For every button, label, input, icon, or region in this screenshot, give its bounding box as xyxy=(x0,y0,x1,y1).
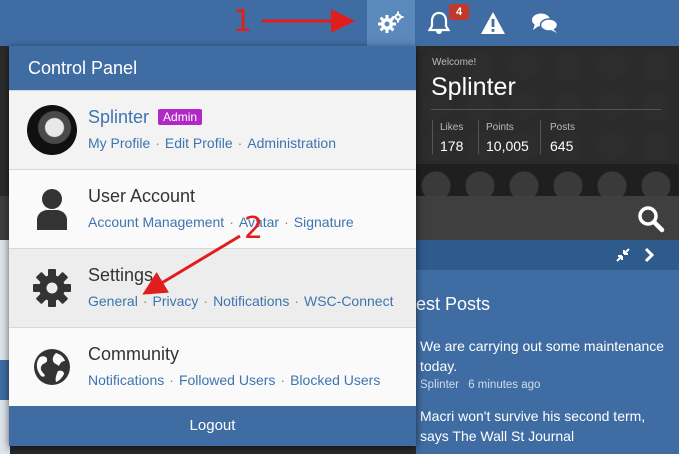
chevron-right-icon xyxy=(644,247,655,263)
search-icon xyxy=(638,206,665,233)
logout-button[interactable]: Logout xyxy=(9,406,416,446)
stat-posts: Posts 645 xyxy=(550,122,575,154)
stat-likes: Likes 178 xyxy=(440,122,463,154)
settings-links: General · Privacy · Notifications · WSC-Connec… xyxy=(88,293,394,309)
notification-count-badge: 4 xyxy=(449,4,469,20)
blocked-users-link[interactable]: Blocked Users xyxy=(290,372,380,388)
user-links: My Profile · Edit Profile · Administration xyxy=(88,135,336,151)
signature-link[interactable]: Signature xyxy=(294,214,354,230)
globe-icon xyxy=(27,342,77,392)
community-links: Notifications · Followed Users · Blocked Use… xyxy=(88,372,381,388)
profile-name-link[interactable]: Splinter xyxy=(88,107,149,127)
edit-profile-link[interactable]: Edit Profile xyxy=(165,135,233,151)
post-time: 6 minutes ago xyxy=(468,379,541,391)
stat-label: Posts xyxy=(550,122,576,133)
annotation-number-2: 2 xyxy=(244,211,264,246)
post-title-link[interactable]: Macri won't survive his second term, say… xyxy=(420,406,670,446)
stat-value: 178 xyxy=(440,138,464,154)
collapse-button[interactable] xyxy=(614,246,632,264)
settings-title: Settings xyxy=(88,265,154,285)
stat-divider xyxy=(478,120,479,154)
user-section: Splinter Admin My Profile · Edit Profile · A… xyxy=(9,90,416,169)
chat-icon xyxy=(532,13,559,33)
followed-users-link[interactable]: Followed Users xyxy=(179,372,275,388)
post-meta: Splinter 6 minutes ago xyxy=(420,379,540,391)
user-heading: Splinter Admin xyxy=(88,107,203,128)
notification-settings-link[interactable]: Notifications xyxy=(213,293,289,309)
control-panel-cog-button[interactable] xyxy=(367,0,415,46)
stat-value: 10,005 xyxy=(486,138,529,154)
stat-divider xyxy=(540,120,541,154)
next-button[interactable] xyxy=(640,246,658,264)
general-settings-link[interactable]: General xyxy=(88,293,138,309)
cog-icon xyxy=(378,11,404,33)
latest-posts-title: est Posts xyxy=(416,294,491,314)
wsc-connect-link[interactable]: WSC-Connect xyxy=(304,293,393,309)
control-panel-title: Control Panel xyxy=(9,46,416,90)
header-username[interactable]: Splinter xyxy=(431,73,516,102)
my-profile-link[interactable]: My Profile xyxy=(88,135,150,151)
gear-icon xyxy=(27,263,77,313)
post-title-link[interactable]: We are carrying out some maintenance tod… xyxy=(420,336,670,376)
community-notifications-link[interactable]: Notifications xyxy=(88,372,164,388)
stat-label: Likes xyxy=(440,122,464,133)
account-management-link[interactable]: Account Management xyxy=(88,214,224,230)
stat-label: Points xyxy=(486,122,514,133)
privacy-link[interactable]: Privacy xyxy=(152,293,198,309)
user-account-section: User Account Account Management · Avatar · S… xyxy=(9,169,416,248)
admin-badge: Admin xyxy=(158,109,203,125)
control-panel-dropdown: Control Panel Splinter Admin My Profile ·… xyxy=(9,46,416,446)
annotation-number-1: 1 xyxy=(233,4,253,39)
compress-icon xyxy=(616,248,630,262)
warnings-button[interactable] xyxy=(470,0,516,46)
community-title: Community xyxy=(88,344,180,364)
user-icon xyxy=(27,184,77,234)
conversations-button[interactable] xyxy=(522,0,568,46)
avatar[interactable] xyxy=(27,105,77,155)
settings-section: Settings General · Privacy · Notifications · W… xyxy=(9,248,416,327)
administration-link[interactable]: Administration xyxy=(247,135,336,151)
stat-divider xyxy=(432,120,433,154)
welcome-text: Welcome! xyxy=(432,57,477,68)
stat-points: Points 10,005 xyxy=(486,122,529,154)
divider xyxy=(431,109,661,110)
top-navigation-bar xyxy=(0,0,679,46)
search-button[interactable] xyxy=(636,204,666,234)
account-links: Account Management · Avatar · Signature xyxy=(88,214,354,230)
community-section: Community Notifications · Followed Users · B… xyxy=(9,327,416,406)
user-account-title: User Account xyxy=(88,186,196,206)
bell-icon xyxy=(428,11,450,34)
warning-icon xyxy=(481,12,505,34)
stat-value: 645 xyxy=(550,138,574,154)
post-author[interactable]: Splinter xyxy=(420,379,459,391)
